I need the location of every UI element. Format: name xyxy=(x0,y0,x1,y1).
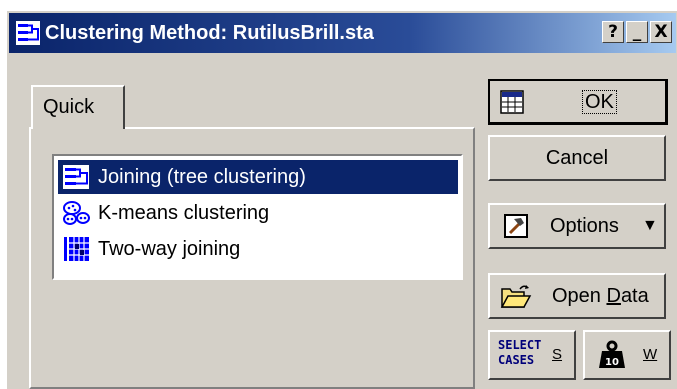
clustering-app-icon xyxy=(16,21,40,45)
open-data-button[interactable]: Open Data xyxy=(488,273,666,319)
help-button[interactable]: ? xyxy=(602,21,624,43)
clustering-method-dialog: Clustering Method: RutilusBrill.sta ? _ … xyxy=(6,10,677,389)
ok-button[interactable]: OK xyxy=(488,79,668,125)
select-cases-icon: SELECT CASES xyxy=(498,338,542,367)
weight-icon-label: 10 xyxy=(605,357,619,368)
list-item-kmeans[interactable]: K-means clustering xyxy=(58,196,458,230)
weight-button[interactable]: 10 W xyxy=(583,330,671,380)
list-item-label: Joining (tree clustering) xyxy=(98,166,306,188)
hammer-icon xyxy=(504,214,528,238)
list-item-label: K-means clustering xyxy=(98,202,270,224)
select-cases-shortcut: S xyxy=(552,346,563,363)
kmeans-icon xyxy=(63,201,90,225)
list-item-joining[interactable]: Joining (tree clustering) xyxy=(58,160,458,194)
tree-clustering-icon xyxy=(63,165,89,189)
two-way-joining-icon xyxy=(64,237,89,261)
list-item-label: Two-way joining xyxy=(98,238,241,260)
spreadsheet-icon xyxy=(500,90,524,114)
options-button[interactable]: Options ▼ xyxy=(488,203,666,249)
tab-quick[interactable]: Quick xyxy=(31,85,125,129)
cancel-button[interactable]: Cancel xyxy=(488,135,666,181)
weight-icon: 10 xyxy=(599,340,625,368)
dropdown-arrow-icon: ▼ xyxy=(642,217,658,234)
list-item-two-way-joining[interactable]: Two-way joining xyxy=(58,232,458,266)
options-label: Options xyxy=(550,215,619,237)
title-bar[interactable]: Clustering Method: RutilusBrill.sta ? _ … xyxy=(9,13,676,53)
minimize-button[interactable]: _ xyxy=(626,21,648,43)
method-list[interactable]: Joining (tree clustering) K-means cluste… xyxy=(52,154,463,280)
close-button[interactable]: X xyxy=(650,21,672,43)
weight-shortcut: W xyxy=(643,346,658,363)
window-title: Clustering Method: RutilusBrill.sta xyxy=(45,22,374,44)
open-data-label: Open Data xyxy=(552,285,649,307)
open-folder-icon xyxy=(500,285,532,308)
ok-label: OK xyxy=(582,90,617,114)
select-cases-button[interactable]: SELECT CASES S xyxy=(488,330,576,380)
